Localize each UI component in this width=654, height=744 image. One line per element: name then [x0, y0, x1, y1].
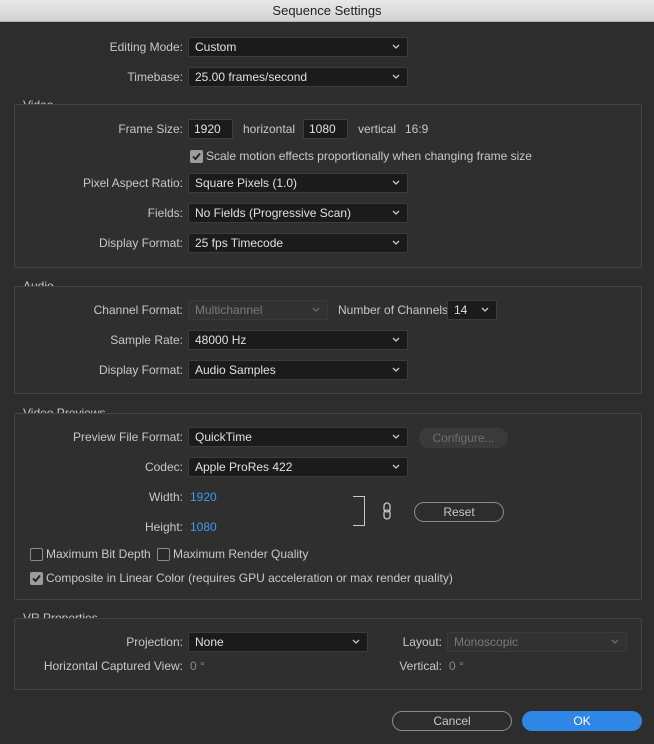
sample-rate-dropdown[interactable]: 48000 Hz	[188, 330, 408, 350]
chevron-down-icon	[391, 428, 401, 446]
audio-display-format-value: Audio Samples	[195, 363, 276, 377]
editing-mode-label: Editing Mode:	[109, 40, 183, 54]
timebase-label: Timebase:	[127, 70, 183, 84]
reset-button[interactable]: Reset	[414, 502, 504, 522]
max-bit-depth-label: Maximum Bit Depth	[46, 547, 151, 561]
frame-width-input[interactable]: 1920	[188, 119, 233, 139]
chevron-down-icon	[391, 68, 401, 86]
linear-color-checkbox[interactable]	[30, 572, 43, 585]
layout-dropdown: Monoscopic	[447, 632, 627, 652]
fields-dropdown[interactable]: No Fields (Progressive Scan)	[188, 203, 408, 223]
chevron-down-icon	[480, 301, 490, 319]
width-label: Width:	[148, 490, 183, 504]
projection-label: Projection:	[126, 635, 183, 649]
channel-format-label: Channel Format:	[93, 303, 183, 317]
ok-button[interactable]: OK	[522, 711, 642, 731]
preview-format-value: QuickTime	[195, 430, 252, 444]
projection-dropdown[interactable]: None	[188, 632, 368, 652]
num-channels-dropdown[interactable]: 14	[447, 300, 497, 320]
video-display-format-dropdown[interactable]: 25 fps Timecode	[188, 233, 408, 253]
editing-mode-dropdown[interactable]: Custom	[188, 37, 408, 57]
h-view-label: Horizontal Captured View:	[43, 659, 183, 673]
chevron-down-icon	[391, 458, 401, 476]
checkmark-icon	[192, 152, 201, 161]
chevron-down-icon	[391, 331, 401, 349]
max-bit-depth-checkbox[interactable]	[30, 548, 43, 561]
codec-dropdown[interactable]: Apple ProRes 422	[188, 457, 408, 477]
vertical-label: vertical	[358, 122, 397, 136]
sample-rate-value: 48000 Hz	[195, 333, 247, 347]
audio-display-format-label: Display Format:	[98, 363, 183, 377]
preview-format-dropdown[interactable]: QuickTime	[188, 427, 408, 447]
frame-size-label: Frame Size:	[118, 122, 183, 136]
max-render-quality-label: Maximum Render Quality	[173, 547, 309, 561]
chevron-down-icon	[391, 174, 401, 192]
width-value[interactable]: 1920	[190, 487, 217, 507]
scale-motion-label: Scale motion effects proportionally when…	[206, 149, 532, 163]
max-render-quality-checkbox[interactable]	[157, 548, 170, 561]
configure-button[interactable]: Configure...	[419, 428, 508, 448]
video-display-format-label: Display Format:	[98, 236, 183, 250]
chevron-down-icon	[311, 301, 321, 319]
sample-rate-label: Sample Rate:	[110, 333, 183, 347]
vr-vertical-label: Vertical:	[399, 659, 442, 673]
video-display-format-value: 25 fps Timecode	[195, 236, 284, 250]
codec-value: Apple ProRes 422	[195, 460, 293, 474]
chevron-down-icon	[391, 361, 401, 379]
channel-format-dropdown: Multichannel	[188, 300, 328, 320]
layout-value: Monoscopic	[454, 635, 519, 649]
pixel-aspect-label: Pixel Aspect Ratio:	[82, 176, 183, 190]
chevron-down-icon	[391, 38, 401, 56]
link-bracket	[353, 496, 365, 526]
timebase-dropdown[interactable]: 25.00 frames/second	[188, 67, 408, 87]
pixel-aspect-dropdown[interactable]: Square Pixels (1.0)	[188, 173, 408, 193]
chevron-down-icon	[351, 633, 361, 651]
audio-display-format-dropdown[interactable]: Audio Samples	[188, 360, 408, 380]
cancel-button[interactable]: Cancel	[392, 711, 512, 731]
frame-height-input[interactable]: 1080	[303, 119, 348, 139]
height-value[interactable]: 1080	[190, 517, 217, 537]
chain-link-icon[interactable]	[381, 502, 393, 520]
fields-value: No Fields (Progressive Scan)	[195, 206, 352, 220]
num-channels-value: 14	[454, 303, 468, 317]
horizontal-label: horizontal	[243, 122, 296, 136]
num-channels-label: Number of Channels:	[338, 303, 452, 317]
timebase-value: 25.00 frames/second	[195, 70, 308, 84]
height-label: Height:	[144, 520, 183, 534]
projection-value: None	[195, 635, 224, 649]
layout-label: Layout:	[402, 635, 442, 649]
scale-motion-checkbox[interactable]	[190, 150, 203, 163]
window-title: Sequence Settings	[0, 0, 654, 22]
chevron-down-icon	[610, 633, 620, 651]
editing-mode-value: Custom	[195, 40, 237, 54]
vr-group	[14, 618, 642, 690]
codec-label: Codec:	[144, 460, 183, 474]
pixel-aspect-value: Square Pixels (1.0)	[195, 176, 298, 190]
preview-format-label: Preview File Format:	[72, 430, 183, 444]
h-view-value: 0 °	[190, 659, 205, 673]
chevron-down-icon	[391, 234, 401, 252]
chevron-down-icon	[391, 204, 401, 222]
vr-vertical-value: 0 °	[449, 659, 464, 673]
fields-label: Fields:	[147, 206, 183, 220]
linear-color-label: Composite in Linear Color (requires GPU …	[46, 571, 453, 585]
aspect-ratio-text: 16:9	[405, 122, 429, 136]
channel-format-value: Multichannel	[195, 303, 263, 317]
checkmark-icon	[32, 574, 41, 583]
